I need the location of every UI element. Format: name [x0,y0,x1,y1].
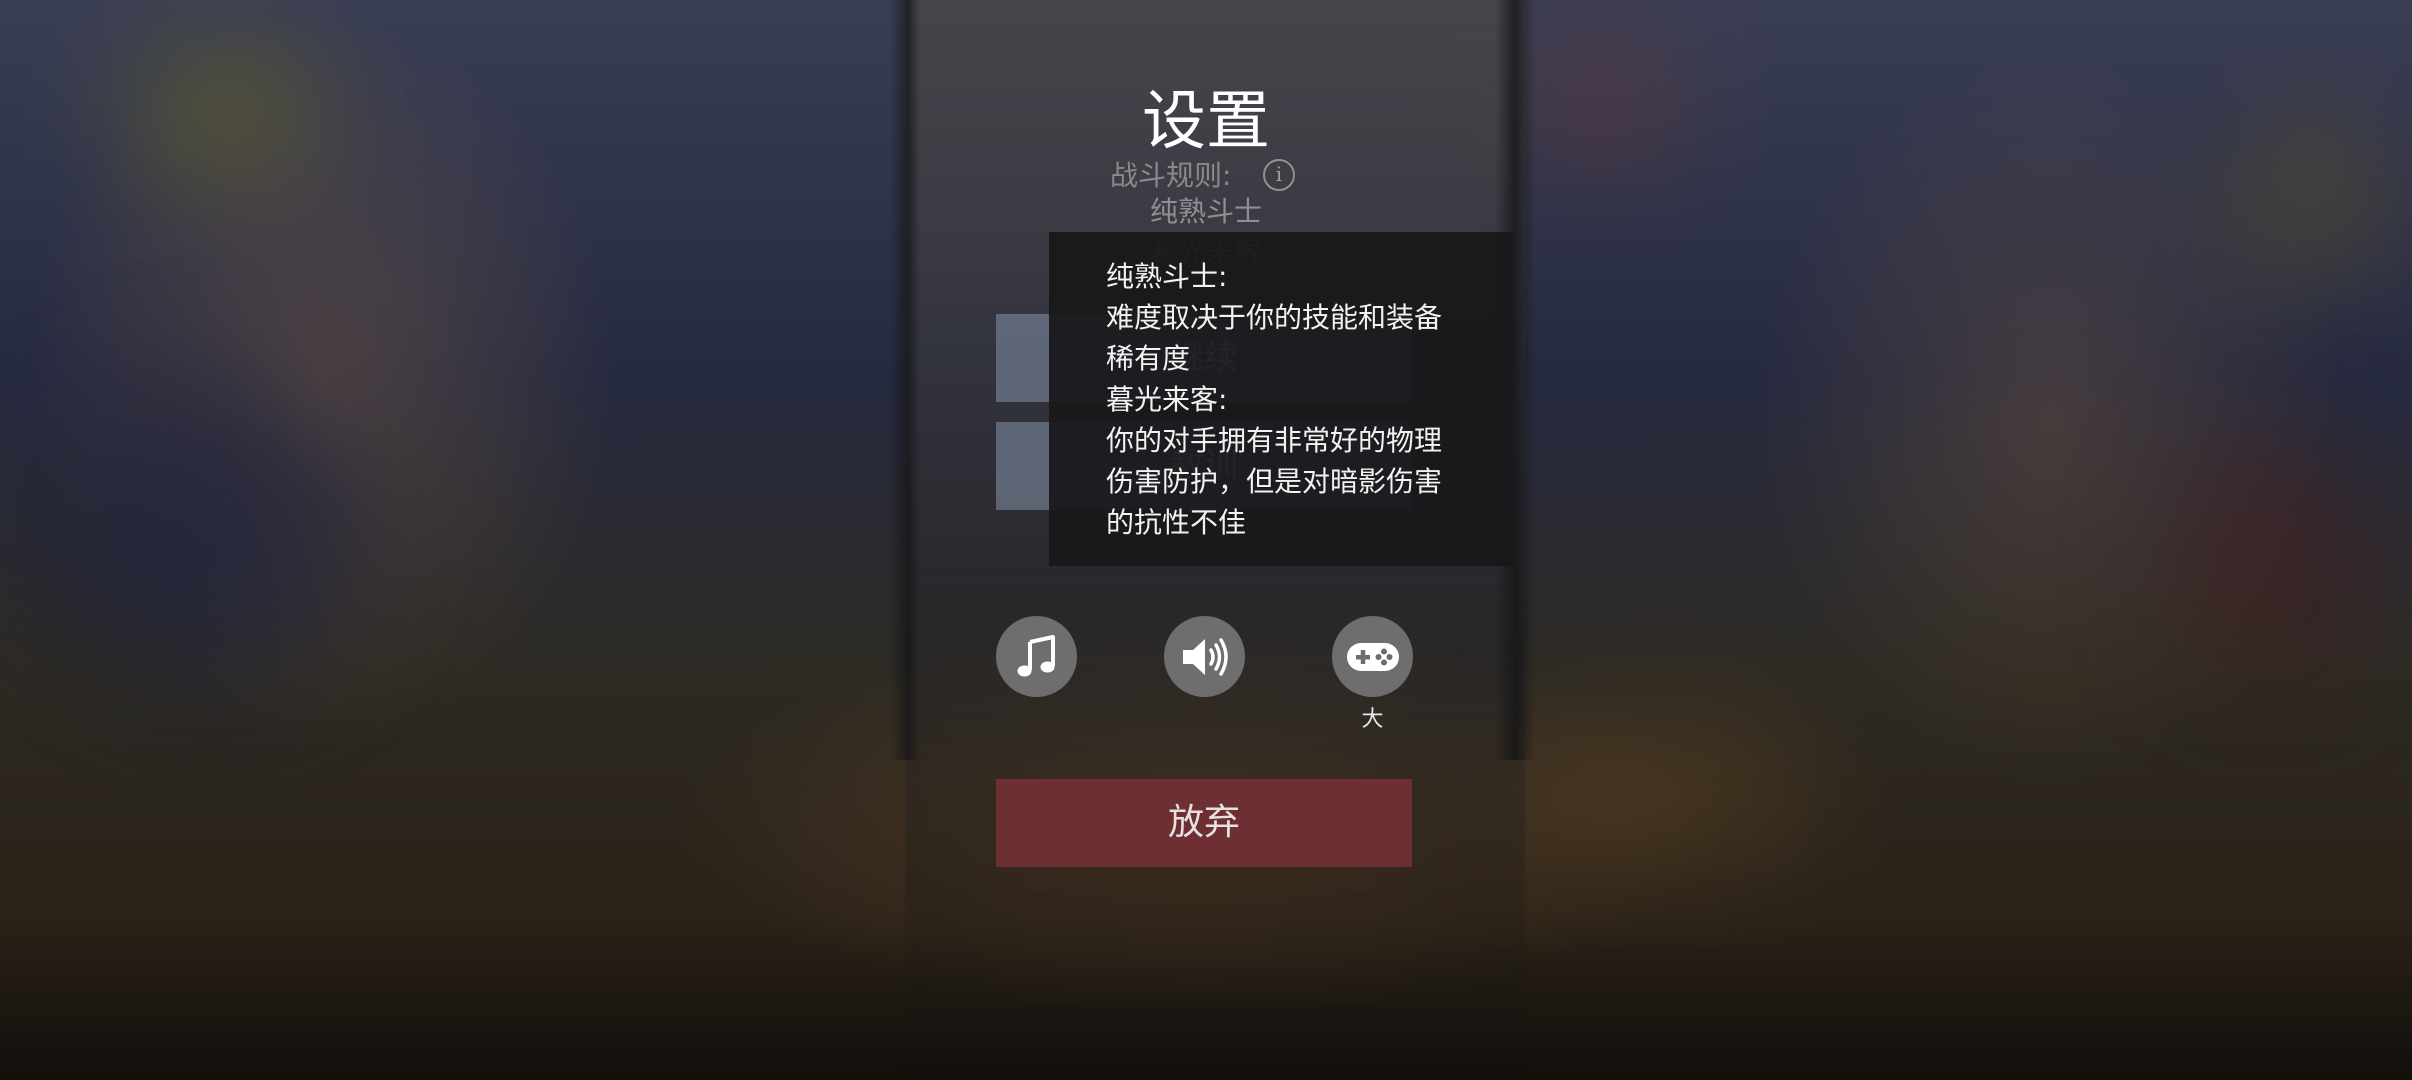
tooltip-line: 暮光来客: [1106,383,1228,416]
tooltip-line: 伤害防护，但是对暗影伤害 [1106,465,1443,498]
combat-rule-label: 战斗规则: [1110,159,1232,192]
background-blur [2180,440,2360,680]
combat-rule-value: 纯熟斗士 [1149,195,1262,228]
quit-button[interactable]: 放弃 [996,779,1412,867]
background-blur [60,380,360,680]
page-title: 设置 [1142,85,1270,159]
music-toggle-button[interactable] [996,616,1077,697]
tooltip-line: 你的对手拥有非常好的物理 [1106,424,1443,457]
background-blur [1500,720,1820,860]
tooltip-line: 稀有度 [1106,342,1191,375]
sound-toggle-button[interactable] [1164,616,1245,697]
tooltip-line: 难度取决于你的技能和装备 [1106,301,1443,334]
music-note-icon [1017,634,1055,676]
combat-rule-tooltip: 纯熟斗士: 难度取决于你的技能和装备 稀有度 暮光来客: 你的对手拥有非常好的物… [1049,232,1513,566]
settings-screen: 设置 战斗规则: i 纯熟斗士 暮光来客 继续 教训 纯熟斗士: 难度取决于你的… [0,0,2412,1080]
tooltip-line: 纯熟斗士: [1106,260,1228,293]
speaker-icon [1182,637,1228,676]
gamepad-icon [1346,642,1399,671]
info-icon[interactable]: i [1263,159,1295,191]
control-size-button[interactable] [1332,616,1413,697]
tooltip-line: 的抗性不佳 [1106,506,1247,539]
control-size-value: 大 [1361,707,1384,732]
